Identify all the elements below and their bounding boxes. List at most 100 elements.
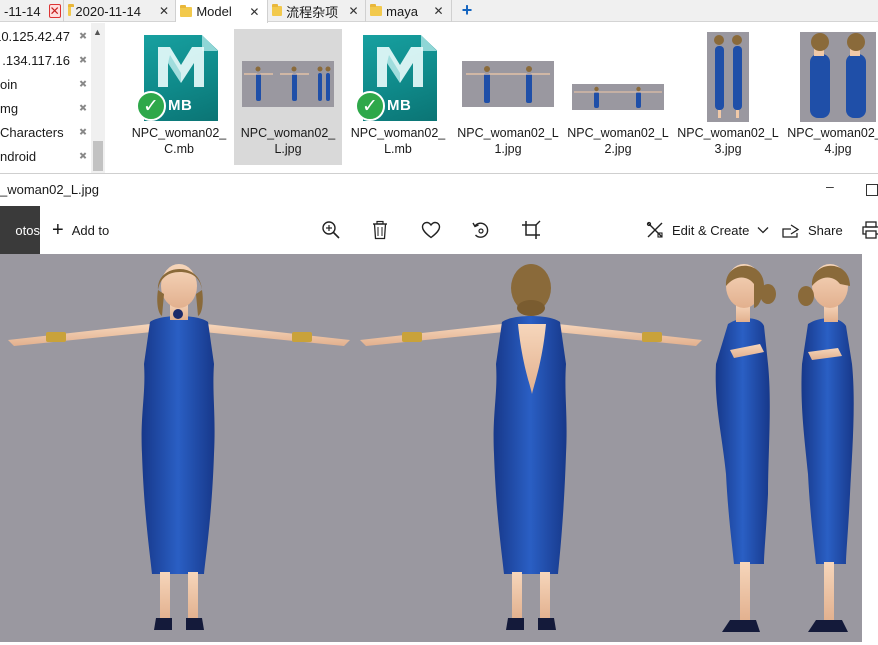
quick-access-item[interactable]: oin ✚ bbox=[0, 73, 92, 95]
pin-icon: ✚ bbox=[74, 149, 89, 163]
file-name: NPC_woman02_L2.jpg bbox=[567, 126, 669, 156]
tab-label: Model bbox=[196, 4, 232, 19]
new-tab-button[interactable]: + bbox=[452, 0, 482, 21]
photos-label: otos bbox=[15, 222, 40, 238]
tab-maya[interactable]: maya ✕ bbox=[366, 0, 452, 22]
file-thumbnail bbox=[454, 29, 562, 125]
file-item[interactable]: NPC_woman02_L2.jpg bbox=[564, 29, 672, 165]
nav-item-label: .134.117.16 bbox=[2, 52, 70, 68]
file-list: MB ✓ NPC_woman02_C.mb NPC_woman02_L.jpg bbox=[108, 23, 878, 173]
file-thumbnail: MB ✓ bbox=[344, 29, 452, 125]
tab-liucheng[interactable]: 流程杂项 ✕ bbox=[268, 0, 366, 22]
file-item[interactable]: MB ✓ NPC_woman02_L.mb bbox=[344, 29, 452, 165]
tab-label: -11-14 bbox=[4, 3, 41, 19]
tab-label: 流程杂项 bbox=[286, 4, 339, 20]
tab-date-partial[interactable]: -11-14 ✕ bbox=[0, 0, 64, 22]
rotate-icon[interactable] bbox=[470, 219, 492, 241]
pin-icon: ✚ bbox=[74, 77, 89, 91]
pin-icon: ✚ bbox=[74, 53, 89, 67]
edit-create-icon bbox=[646, 221, 663, 238]
photos-app-button[interactable]: otos bbox=[0, 206, 40, 254]
mb-badge: MB bbox=[168, 97, 193, 114]
sync-ok-icon: ✓ bbox=[136, 91, 166, 121]
file-thumbnail bbox=[674, 29, 782, 125]
file-thumbnail: MB ✓ bbox=[125, 29, 233, 125]
nav-item-label: ndroid bbox=[0, 148, 37, 164]
maya-file-icon: MB ✓ bbox=[355, 33, 437, 121]
image-thumbnail bbox=[707, 32, 749, 122]
nav-item-label: oin bbox=[0, 76, 18, 92]
quick-access-item[interactable]: mg ✚ bbox=[0, 97, 92, 119]
file-thumbnail bbox=[234, 29, 342, 125]
mb-badge: MB bbox=[387, 97, 412, 114]
file-name: NPC_woman02_L.mb bbox=[350, 126, 446, 156]
file-item[interactable]: NPC_woman02_L3.jpg bbox=[674, 29, 782, 165]
file-item-selected[interactable]: NPC_woman02_L.jpg bbox=[234, 29, 342, 165]
close-tab-icon[interactable]: ✕ bbox=[159, 4, 169, 18]
nav-item-label: 10.125.42.47 bbox=[0, 28, 70, 44]
viewer-title: _woman02_L.jpg bbox=[0, 182, 100, 197]
crop-icon[interactable] bbox=[520, 219, 542, 241]
side-view-figure-1 bbox=[715, 264, 776, 632]
pin-icon: ✚ bbox=[74, 101, 89, 115]
folder-icon bbox=[272, 4, 283, 16]
maya-file-icon: MB ✓ bbox=[136, 33, 218, 121]
tab-label: 2020-11-14 bbox=[75, 3, 141, 19]
edit-create-button[interactable]: Edit & Create bbox=[646, 206, 777, 254]
file-thumbnail bbox=[784, 29, 878, 125]
viewer-toolbar: otos + Add to Edit & Create Share bbox=[0, 206, 878, 254]
sync-ok-icon: ✓ bbox=[355, 91, 385, 121]
share-icon bbox=[782, 224, 800, 238]
quick-access-item[interactable]: ndroid ✚ bbox=[0, 145, 92, 167]
tab-2020-11-14[interactable]: 2020-11-14 ✕ bbox=[64, 0, 176, 22]
photos-viewer-window: _woman02_L.jpg – otos + Add to Edit & Cr… bbox=[0, 173, 878, 645]
share-label: Share bbox=[808, 222, 843, 238]
quick-access-item[interactable]: 10.125.42.47 ✚ bbox=[0, 25, 92, 47]
zoom-in-icon[interactable] bbox=[320, 219, 342, 241]
plus-icon: + bbox=[52, 218, 64, 241]
image-thumbnail bbox=[462, 61, 554, 107]
file-name: NPC_woman02_C.mb bbox=[131, 126, 227, 156]
quick-access-item[interactable]: .134.117.16 ✚ bbox=[0, 49, 92, 71]
close-tab-icon[interactable]: ✕ bbox=[248, 5, 261, 19]
chevron-down-icon bbox=[757, 227, 769, 234]
nav-item-label: Characters bbox=[0, 124, 64, 140]
favorite-icon[interactable] bbox=[420, 219, 442, 241]
back-view-figure bbox=[360, 264, 702, 630]
pin-icon: ✚ bbox=[74, 125, 89, 139]
scroll-up-icon[interactable]: ▲ bbox=[93, 27, 102, 37]
front-view-figure bbox=[8, 264, 350, 630]
close-tab-icon[interactable]: ✕ bbox=[432, 4, 445, 18]
side-view-figure-2 bbox=[798, 264, 854, 632]
file-name: NPC_woman02_L1.jpg bbox=[457, 126, 559, 156]
file-name: NPC_woman02_L.jpg bbox=[240, 126, 336, 156]
character-turnaround-image bbox=[8, 264, 854, 632]
file-item[interactable]: NPC_woman02_L1.jpg bbox=[454, 29, 562, 165]
delete-icon[interactable] bbox=[369, 219, 391, 241]
file-item[interactable]: MB ✓ NPC_woman02_C.mb bbox=[125, 29, 233, 165]
nav-scrollbar[interactable]: ▲ bbox=[91, 23, 105, 173]
maya-m-icon bbox=[377, 47, 423, 87]
print-icon[interactable] bbox=[860, 219, 878, 241]
quick-access-item[interactable]: Characters ✚ bbox=[0, 121, 92, 143]
share-button[interactable]: Share bbox=[782, 206, 843, 254]
maximize-button[interactable] bbox=[866, 184, 878, 196]
file-item[interactable]: NPC_woman02_L4.jpg bbox=[784, 29, 878, 165]
image-thumbnail bbox=[242, 61, 334, 107]
file-thumbnail bbox=[564, 29, 672, 125]
image-thumbnail bbox=[572, 84, 664, 110]
close-tab-icon[interactable]: ✕ bbox=[348, 4, 359, 18]
nav-item-label: mg bbox=[0, 100, 19, 116]
scrollbar-thumb[interactable] bbox=[93, 141, 103, 171]
image-thumbnail bbox=[800, 32, 876, 122]
add-to-label: Add to bbox=[71, 222, 110, 238]
file-name: NPC_woman02_L3.jpg bbox=[677, 126, 779, 156]
add-to-button[interactable]: + Add to bbox=[52, 206, 109, 254]
photo-canvas[interactable] bbox=[0, 254, 862, 642]
tab-model[interactable]: Model ✕ bbox=[176, 0, 268, 23]
folder-icon bbox=[180, 4, 193, 17]
close-tab-icon[interactable]: ✕ bbox=[48, 4, 61, 18]
navigation-pane: 10.125.42.47 ✚ .134.117.16 ✚ oin ✚ mg ✚ … bbox=[0, 23, 108, 173]
tab-label: maya bbox=[386, 3, 418, 19]
minimize-button[interactable]: – bbox=[826, 178, 834, 194]
